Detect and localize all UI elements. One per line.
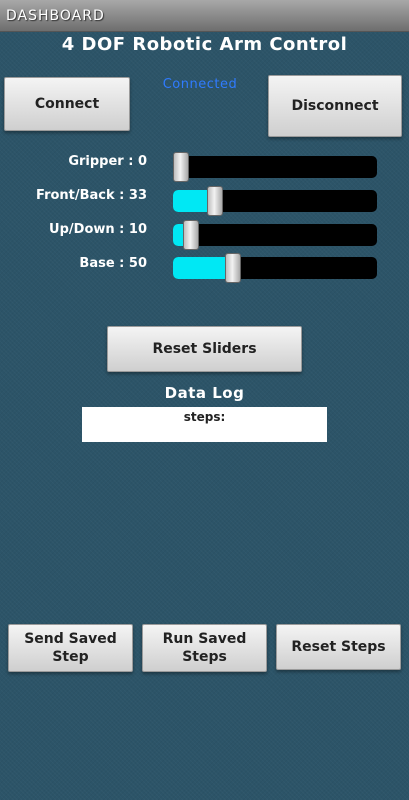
disconnect-button[interactable]: Disconnect bbox=[268, 75, 402, 137]
reset-sliders-button[interactable]: Reset Sliders bbox=[107, 326, 302, 372]
data-log-title: Data Log bbox=[164, 384, 245, 402]
title-bar-label: DASHBOARD bbox=[6, 8, 105, 24]
up-down-slider-thumb[interactable] bbox=[183, 220, 200, 250]
page-title: 4 DOF Robotic Arm Control bbox=[61, 34, 348, 55]
connect-button[interactable]: Connect bbox=[4, 77, 130, 131]
front-back-slider[interactable] bbox=[173, 186, 377, 216]
connection-status: Connected bbox=[162, 77, 238, 92]
base-slider-thumb[interactable] bbox=[225, 253, 242, 283]
base-slider-fill bbox=[173, 257, 234, 279]
front-back-label: Front/Back : 33 bbox=[36, 188, 147, 203]
title-bar: DASHBOARD bbox=[0, 0, 409, 32]
run-saved-steps-button[interactable]: Run Saved Steps bbox=[142, 624, 267, 672]
gripper-slider[interactable] bbox=[173, 152, 377, 182]
data-log-box: steps: bbox=[82, 407, 327, 442]
base-label: Base : 50 bbox=[79, 256, 147, 271]
base-slider[interactable] bbox=[173, 253, 377, 283]
reset-steps-button[interactable]: Reset Steps bbox=[276, 624, 401, 670]
up-down-slider[interactable] bbox=[173, 220, 377, 250]
gripper-label: Gripper : 0 bbox=[68, 154, 147, 169]
front-back-slider-thumb[interactable] bbox=[207, 186, 224, 216]
send-saved-step-button[interactable]: Send Saved Step bbox=[8, 624, 133, 672]
gripper-slider-thumb[interactable] bbox=[173, 152, 189, 182]
up-down-label: Up/Down : 10 bbox=[49, 222, 147, 237]
